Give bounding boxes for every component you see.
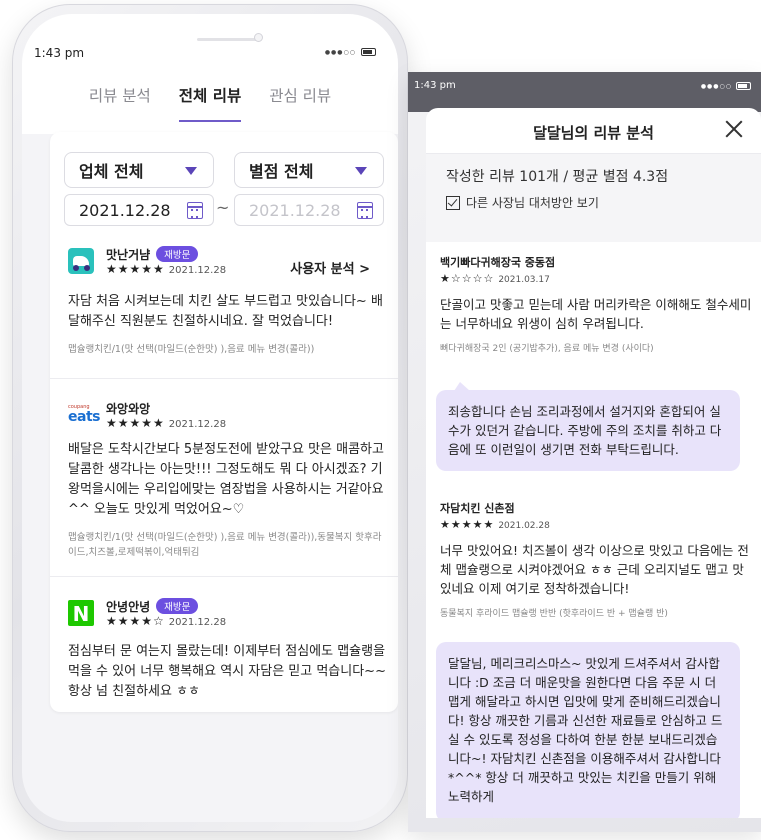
review-menu: 맵슐랭치킨/1(맛 선택(마일드(순한맛) ),음료 메뉴 변경(콜라)),동물… [68,532,382,558]
baemin-logo-icon [68,248,94,274]
reviewer-name: 와앙와앙 [106,402,151,416]
status-indicators: ●●●○○ [325,48,376,56]
review-date: 2021.12.28 [168,617,227,628]
analysis-review-item: 자담치킨 신촌점 ★★★★★ 2021.02.28 너무 맛있어요! 치즈볼이 생… [440,500,752,619]
date-to-value: 2021.12.28 [249,200,341,220]
owner-reply-bubble: 달달님, 메리크리스마스~ 맛있게 드셔주셔서 감사합니다 :D 조금 더 매운… [436,642,740,818]
review-panel: 업체 전체 별점 전체 2021.12.28 ~ 2021.12.28 맛난거냠… [50,132,398,712]
store-name: 백기빠다귀해장국 중동점 [440,256,556,269]
date-to-field[interactable]: 2021.12.28 [234,194,384,226]
left-phone: 1:43 pm ●●●○○ 리뷰 분석 전체 리뷰 관심 리뷰 업체 전체 별점… [12,4,408,832]
date-from-field[interactable]: 2021.12.28 [64,194,214,226]
user-analysis-link[interactable]: 사용자 분석 > [290,258,370,277]
store-filter-value: 업체 전체 [79,162,144,181]
calendar-icon[interactable] [187,202,203,219]
star-rating-icon: ★★★★★ [106,262,165,276]
tab-review-analysis[interactable]: 리뷰 분석 [89,76,151,122]
reviewer-name: 맛난거냠 재방문 [106,246,199,263]
store-name: 자담치킨 신촌점 [440,502,515,515]
status-time: 1:43 pm [34,46,85,60]
battery-icon [736,82,751,90]
checkbox-checked-icon[interactable] [446,195,460,210]
reviewer-name: 안녕안녕 재방문 [106,598,199,615]
naver-logo-icon: N [68,600,94,626]
caret-down-icon [185,167,197,175]
review-menu: 동물복지 후라이드 맵슐랭 반반 (핫후라이드 반 + 맵슐랭 반) [440,609,668,619]
tab-interest-reviews[interactable]: 관심 리뷰 [269,76,331,122]
star-rating-icon: ★★★★★ [440,518,495,531]
summary-box: 작성한 리뷰 101개 / 평균 별점 4.3점 다른 사장님 대처방안 보기 [426,154,761,242]
signal-icon: ●●●○○ [700,82,732,90]
review-text: 자담 처음 시켜보는데 치킨 살도 부드럽고 맛있습니다~ 배달해주신 직원분도… [68,294,383,329]
review-rating: ★★★★☆ 2021.12.28 [106,614,226,628]
review-rating: ★★★★★ 2021.02.28 [440,518,752,531]
battery-icon [361,48,376,56]
status-indicators: ●●●○○ [701,82,751,90]
review-rating: ★★★★★ 2021.12.28 [106,262,226,276]
front-camera [254,33,263,42]
review-analysis-sheet: 달달님의 리뷰 분석 작성한 리뷰 101개 / 평균 별점 4.3점 다른 사… [426,108,761,818]
divider [50,576,398,577]
date-range-separator: ~ [216,198,230,217]
analysis-review-item: 백기빠다귀해장국 중동점 ★☆☆☆☆ 2021.03.17 단골이고 맛좋고 믿는… [440,254,752,354]
coupang-eats-logo-icon: coupang eats [68,402,100,428]
review-text: 점심부터 문 여는지 몰랐는데! 이제부터 점심에도 맵슐랭을 먹을 수 있어 … [68,644,386,699]
review-text: 단골이고 맛좋고 믿는데 사람 머리카락은 이해해도 철수세미는 너무하네요 위… [440,297,752,331]
review-summary: 작성한 리뷰 101개 / 평균 별점 4.3점 [446,169,669,185]
review-menu: 맵슐랭치킨/1(맛 선택(마일드(순한맛) ),음료 메뉴 변경(콜라)) [68,344,315,355]
speaker-grille [197,38,257,41]
sheet-title: 달달님의 리뷰 분석 [533,124,654,142]
owner-reply-bubble: 죄송합니다 손님 조리과정에서 설거지와 혼합되어 실수가 있던거 같습니다. … [436,382,740,471]
review-date: 2021.12.28 [168,265,227,276]
review-date: 2021.02.28 [498,521,550,531]
rating-filter-dropdown[interactable]: 별점 전체 [234,152,384,188]
review-rating: ★☆☆☆☆ 2021.03.17 [440,272,752,285]
review-rating: ★★★★★ 2021.12.28 [106,416,226,430]
rating-filter-value: 별점 전체 [249,162,314,181]
review-date: 2021.03.17 [498,275,550,285]
review-tabs: 리뷰 분석 전체 리뷰 관심 리뷰 [22,76,398,122]
tab-all-reviews[interactable]: 전체 리뷰 [178,76,242,122]
revisit-badge: 재방문 [156,598,199,614]
status-time: 1:43 pm [414,80,456,91]
caret-down-icon [355,167,367,175]
sheet-header: 달달님의 리뷰 분석 [426,108,761,154]
date-from-value: 2021.12.28 [79,200,171,220]
star-rating-icon: ★★★★☆ [106,614,165,628]
dimmed-background [408,72,761,112]
divider [50,378,398,379]
star-rating-icon: ★★★★★ [106,416,165,430]
signal-icon: ●●●○○ [324,48,356,56]
review-text: 배달은 도착시간보다 5분정도전에 받았구요 맛은 매콤하고 달콤한 생각나는 … [68,442,384,517]
checkbox-label: 다른 사장님 대처방안 보기 [466,196,599,210]
revisit-badge: 재방문 [156,246,199,262]
show-owner-replies-toggle[interactable]: 다른 사장님 대처방안 보기 [446,194,599,211]
close-icon[interactable] [723,118,745,140]
review-text: 너무 맛있어요! 치즈볼이 생각 이상으로 맛있고 다음에는 전체 맵슐랭으로 … [440,543,749,596]
phone-screen: 1:43 pm ●●●○○ 리뷰 분석 전체 리뷰 관심 리뷰 업체 전체 별점… [22,14,398,822]
star-rating-icon: ★☆☆☆☆ [440,272,495,285]
right-phone: 1:43 pm ●●●○○ 달달님의 리뷰 분석 작성한 리뷰 101개 / 평… [408,72,761,832]
store-filter-dropdown[interactable]: 업체 전체 [64,152,214,188]
review-menu: 뼈다귀해장국 2인 (공기밥추가), 음료 메뉴 변경 (사이다) [440,344,654,354]
calendar-icon[interactable] [357,202,373,219]
review-date: 2021.12.28 [168,419,227,430]
